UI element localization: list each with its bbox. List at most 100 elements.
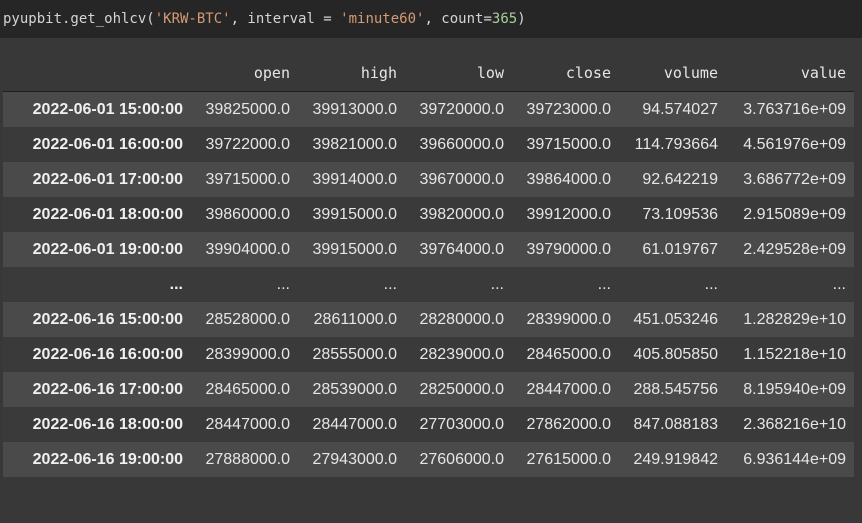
table-row: 2022-06-01 15:00:00 39825000.0 39913000.0 3…: [3, 91, 854, 127]
row-index: 2022-06-16 19:00:00: [32, 450, 183, 468]
cell-close: 39790000.0: [526, 240, 611, 258]
cell-value: ...: [832, 275, 846, 293]
table-row: .....................: [3, 267, 854, 302]
table-row: 2022-06-16 16:00:00 28399000.0 28555000.0 2…: [3, 337, 854, 372]
code-ticker-string: 'KRW-BTC': [154, 11, 231, 27]
cell-open: 28399000.0: [205, 345, 290, 363]
cell-volume: 92.642219: [642, 170, 718, 188]
table-row: 2022-06-01 16:00:00 39722000.0 39821000.0 3…: [3, 127, 854, 162]
cell-open: 28528000.0: [205, 310, 290, 328]
cell-close: 28399000.0: [526, 310, 611, 328]
table-row: 2022-06-01 17:00:00 39715000.0 39914000.0 3…: [3, 162, 854, 197]
row-index: 2022-06-16 15:00:00: [32, 310, 183, 328]
cell-high: 28447000.0: [312, 415, 397, 433]
table-row: 2022-06-16 19:00:00 27888000.0 27943000.0 2…: [3, 442, 854, 477]
code-cell-input[interactable]: pyupbit.get_ohlcv('KRW-BTC', interval = …: [0, 0, 862, 38]
row-index: 2022-06-01 19:00:00: [32, 240, 183, 258]
cell-open: 27888000.0: [205, 450, 290, 468]
cell-close: 39864000.0: [526, 170, 611, 188]
cell-value: 1.152218e+10: [743, 345, 846, 363]
table-body: 2022-06-01 15:00:00 39825000.0 39913000.0 3…: [3, 91, 854, 477]
cell-high: 28611000.0: [313, 310, 397, 328]
table-row: 2022-06-01 19:00:00 39904000.0 39915000.0 3…: [3, 232, 854, 267]
column-header-close: close: [512, 55, 619, 92]
cell-low: 27703000.0: [419, 415, 504, 433]
cell-open: 39715000.0: [205, 170, 290, 188]
cell-low: 39820000.0: [419, 205, 504, 223]
cell-open: 39825000.0: [205, 100, 290, 118]
column-header-value: value: [726, 55, 854, 92]
cell-high: 27943000.0: [312, 450, 397, 468]
cell-low: 28239000.0: [419, 345, 504, 363]
table-row: 2022-06-01 18:00:00 39860000.0 39915000.0 3…: [3, 197, 854, 232]
cell-close: 27862000.0: [526, 415, 611, 433]
cell-volume: 114.793664: [634, 135, 718, 153]
cell-value: 2.368216e+10: [743, 415, 846, 433]
table-row: 2022-06-16 18:00:00 28447000.0 28447000.0 2…: [3, 407, 854, 442]
table-header: open high low close volume value: [3, 55, 854, 92]
cell-value: 2.429528e+09: [743, 240, 846, 258]
row-index: 2022-06-16 18:00:00: [32, 415, 183, 433]
cell-volume: 73.109536: [642, 205, 718, 223]
cell-low: 27606000.0: [419, 450, 504, 468]
cell-high: 39915000.0: [312, 205, 397, 223]
cell-close: 39912000.0: [526, 205, 611, 223]
cell-low: ...: [490, 275, 504, 293]
cell-open: 28465000.0: [205, 380, 290, 398]
code-function-call: pyupbit.get_ohlcv(: [3, 11, 155, 27]
cell-high: 39914000.0: [312, 170, 397, 188]
column-header-high: high: [298, 55, 405, 92]
cell-open: 39904000.0: [205, 240, 290, 258]
cell-close: ...: [597, 275, 611, 293]
row-index: 2022-06-01 15:00:00: [32, 100, 183, 118]
cell-volume: 61.019767: [642, 240, 718, 258]
cell-volume: 847.088183: [633, 415, 718, 433]
cell-close: 39715000.0: [526, 135, 611, 153]
cell-volume: ...: [704, 275, 718, 293]
row-index: 2022-06-01 18:00:00: [32, 205, 183, 223]
cell-value: 3.763716e+09: [743, 100, 846, 118]
code-interval-string: 'minute60': [340, 11, 425, 27]
cell-volume: 405.805850: [633, 345, 718, 363]
cell-low: 39764000.0: [419, 240, 504, 258]
dataframe-table: open high low close volume value 2022-06…: [3, 55, 854, 477]
cell-close: 27615000.0: [526, 450, 611, 468]
cell-low: 39720000.0: [419, 100, 504, 118]
cell-close: 28465000.0: [526, 345, 611, 363]
cell-volume: 451.053246: [633, 310, 718, 328]
header-row: open high low close volume value: [3, 55, 854, 92]
cell-open: ...: [276, 275, 290, 293]
index-header: [3, 55, 191, 92]
cell-high: 39915000.0: [312, 240, 397, 258]
cell-low: 28250000.0: [419, 380, 504, 398]
table-row: 2022-06-16 17:00:00 28465000.0 28539000.0 2…: [3, 372, 854, 407]
cell-high: 39821000.0: [312, 135, 397, 153]
row-index: 2022-06-01 16:00:00: [32, 135, 183, 153]
cell-value: 4.561976e+09: [743, 135, 846, 153]
cell-high: ...: [383, 275, 397, 293]
table-row: 2022-06-16 15:00:00 28528000.0 28611000.0 2…: [3, 302, 854, 337]
code-count-keyword: , count=: [424, 11, 492, 27]
cell-low: 28280000.0: [419, 310, 504, 328]
cell-high: 28539000.0: [312, 380, 397, 398]
cell-low: 39660000.0: [419, 135, 504, 153]
cell-close: 28447000.0: [526, 380, 611, 398]
code-interval-keyword: , interval =: [230, 11, 341, 27]
cell-open: 39860000.0: [205, 205, 290, 223]
column-header-low: low: [405, 55, 512, 92]
cell-value: 6.936144e+09: [743, 450, 846, 468]
cell-value: 1.282829e+10: [743, 310, 846, 328]
cell-value: 8.195940e+09: [743, 380, 846, 398]
cell-volume: 249.919842: [633, 450, 718, 468]
cell-low: 39670000.0: [419, 170, 504, 188]
cell-value: 2.915089e+09: [743, 205, 846, 223]
column-header-volume: volume: [619, 55, 726, 92]
cell-volume: 288.545756: [633, 380, 718, 398]
row-index: 2022-06-16 17:00:00: [32, 380, 183, 398]
code-close-paren: ): [517, 11, 526, 27]
cell-output: open high low close volume value 2022-06…: [0, 38, 862, 523]
cell-high: 39913000.0: [312, 100, 397, 118]
row-index: 2022-06-01 17:00:00: [32, 170, 183, 188]
row-index: ...: [169, 275, 183, 293]
cell-value: 3.686772e+09: [743, 170, 846, 188]
